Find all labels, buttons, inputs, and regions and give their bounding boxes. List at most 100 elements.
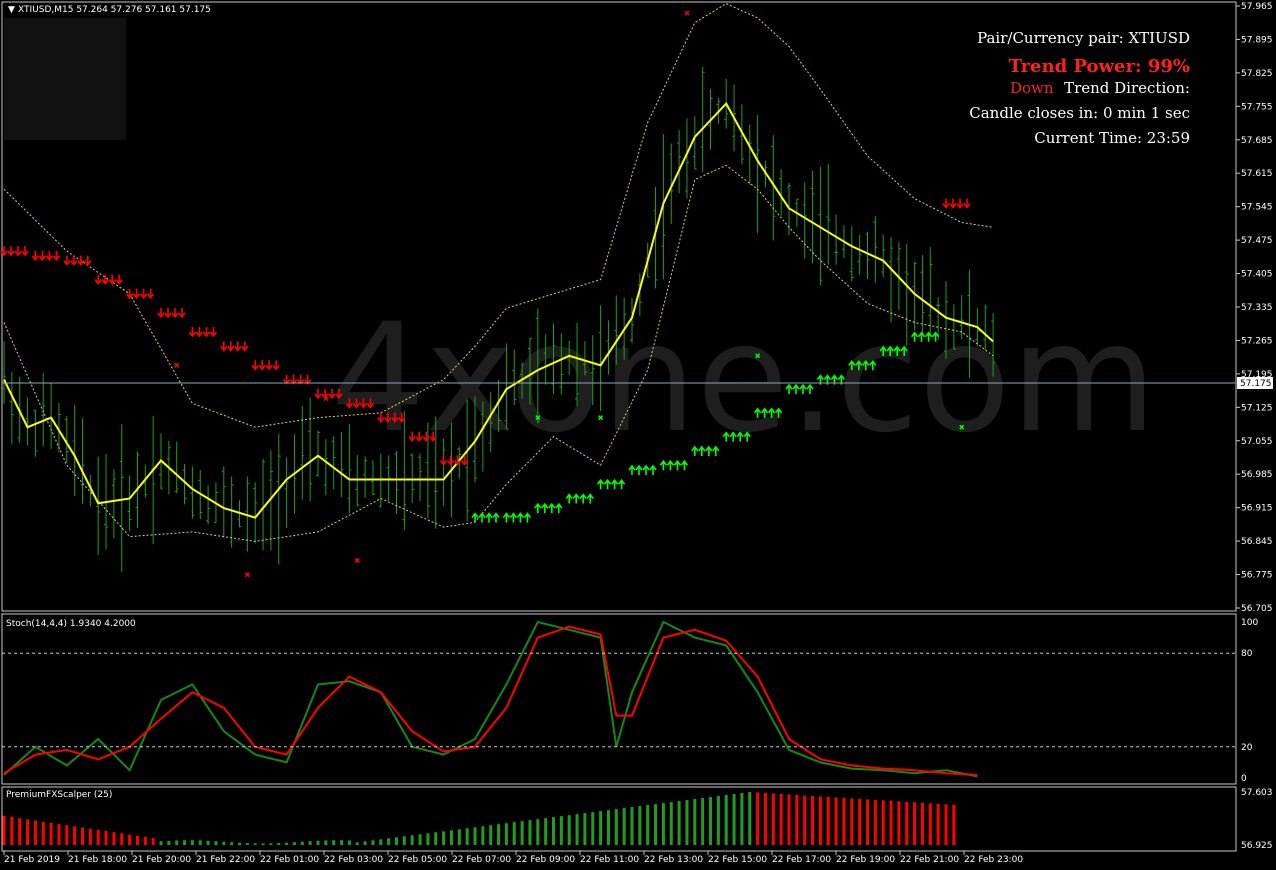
sell-arrow-icon bbox=[209, 326, 218, 338]
stoch-header: Stoch(14,4,4) 1.9340 4.2000 bbox=[6, 619, 136, 629]
info-trend-direction-label: Trend Direction: bbox=[1064, 79, 1190, 97]
current-price-value: 57.175 bbox=[1240, 379, 1272, 389]
x-tick-label: 21 Feb 22:00 bbox=[196, 855, 255, 865]
y-tick-label: 57.615 bbox=[1241, 169, 1273, 179]
info-trend-direction-value: Down bbox=[1010, 79, 1054, 97]
y-tick-label: 57.475 bbox=[1241, 236, 1273, 246]
x-axis: 21 Feb 2019 21 Feb 18:00 21 Feb 20:00 21 Fe… bbox=[3, 851, 1023, 865]
x-tick-label: 22 Feb 03:00 bbox=[324, 855, 383, 865]
scalper-bar bbox=[512, 822, 516, 845]
sell-arrow-icon bbox=[178, 307, 186, 319]
scalper-bar bbox=[410, 835, 414, 845]
sell-arrow-icon bbox=[115, 274, 123, 285]
sell-arrow-icon bbox=[949, 198, 957, 209]
buy-arrow-icon bbox=[523, 512, 532, 523]
sell-arrow-icon bbox=[84, 255, 92, 266]
scalper-bar bbox=[151, 838, 155, 845]
sell-arrow-icon bbox=[38, 250, 47, 262]
scalper-bar bbox=[190, 840, 194, 845]
y-tick-label: 56.845 bbox=[1241, 537, 1273, 547]
scalper-bar bbox=[748, 792, 752, 845]
scalper-bar bbox=[583, 813, 587, 845]
scalper-bar bbox=[112, 832, 116, 845]
scalper-bar bbox=[363, 841, 367, 845]
collapse-triangle-icon[interactable]: ▼ bbox=[8, 5, 15, 15]
x-tick-label: 22 Feb 21:00 bbox=[900, 855, 959, 865]
buy-arrow-icon bbox=[628, 464, 636, 475]
y-tick-label: 57.125 bbox=[1241, 403, 1273, 413]
scalper-bar bbox=[418, 834, 422, 845]
x-tick-label: 21 Feb 2019 bbox=[4, 855, 60, 865]
sell-arrow-icon bbox=[202, 326, 211, 338]
buy-arrow-icon bbox=[603, 478, 612, 490]
scalper-bar bbox=[881, 800, 885, 845]
scalper-bar bbox=[685, 800, 689, 845]
sell-arrow-icon bbox=[195, 326, 204, 338]
x-tick-label: 22 Feb 19:00 bbox=[836, 855, 895, 865]
scalper-bar bbox=[449, 830, 453, 845]
scalper-bar bbox=[544, 818, 548, 845]
sell-arrow-icon bbox=[31, 250, 40, 262]
scalper-bar bbox=[779, 793, 783, 845]
stoch-signal-line bbox=[3, 625, 978, 776]
scalper-bar bbox=[269, 843, 273, 845]
scalper-bar bbox=[866, 799, 869, 845]
sell-arrow-icon bbox=[146, 288, 155, 300]
sell-arrow-icon bbox=[963, 198, 971, 209]
scalper-bar bbox=[504, 823, 508, 845]
info-candle-close: Candle closes in: 0 min 1 sec bbox=[969, 104, 1190, 122]
scalper-bar bbox=[842, 797, 846, 845]
info-current-time: Current Time: 23:59 bbox=[1034, 129, 1190, 147]
buy-arrow-icon bbox=[642, 464, 650, 475]
logo-box bbox=[4, 18, 126, 140]
y-tick-label: 57.965 bbox=[1241, 2, 1273, 12]
info-pair: Pair/Currency pair: XTIUSD bbox=[977, 29, 1190, 47]
scalper-bar bbox=[701, 798, 705, 845]
scalper-bar bbox=[277, 843, 281, 845]
scalper-bars-layer bbox=[2, 792, 956, 845]
scalper-bar bbox=[536, 819, 540, 845]
sell-arrow-icon bbox=[45, 250, 54, 262]
y-tick-label: 57.755 bbox=[1241, 102, 1273, 112]
scalper-bar bbox=[693, 799, 697, 845]
scalper-bar bbox=[81, 827, 84, 845]
sell-cross-icon bbox=[354, 557, 360, 563]
sell-arrow-icon bbox=[234, 341, 242, 352]
buy-arrow-icon bbox=[617, 478, 626, 490]
scalper-bar bbox=[465, 828, 469, 845]
scalper-bar bbox=[920, 802, 924, 845]
scalper-bar bbox=[591, 812, 595, 845]
sell-arrow-icon bbox=[258, 360, 266, 371]
scalper-bar bbox=[952, 804, 956, 845]
scalper-bar bbox=[795, 794, 799, 845]
sell-arrow-icon bbox=[70, 255, 78, 266]
scalper-bar bbox=[724, 795, 728, 845]
scalper-bar bbox=[340, 840, 344, 845]
scalper-bar bbox=[771, 793, 775, 845]
y-tick-label: 57.265 bbox=[1241, 336, 1273, 346]
buy-arrow-icon bbox=[579, 493, 587, 504]
scalper-bar bbox=[567, 815, 571, 845]
sell-arrow-icon bbox=[227, 341, 235, 352]
sell-arrow-icon bbox=[157, 307, 165, 319]
scalper-bar bbox=[489, 825, 493, 845]
scalper-bar bbox=[630, 807, 634, 845]
scalper-bar bbox=[756, 792, 760, 845]
sell-arrow-icon bbox=[220, 341, 228, 352]
scalper-bar bbox=[716, 796, 720, 845]
scalper-bar bbox=[442, 831, 446, 845]
sell-arrow-icon bbox=[63, 255, 71, 266]
scalper-bar bbox=[944, 804, 948, 845]
stoch-tick-label: 0 bbox=[1241, 774, 1247, 784]
scalper-bar bbox=[889, 800, 893, 845]
sell-arrow-icon bbox=[272, 360, 280, 371]
scalper-bar bbox=[88, 828, 92, 845]
sell-arrow-icon bbox=[139, 288, 148, 300]
x-tick-label: 22 Feb 17:00 bbox=[772, 855, 831, 865]
scalper-bar bbox=[18, 818, 22, 845]
buy-arrow-icon bbox=[478, 512, 486, 523]
y-tick-label: 57.545 bbox=[1241, 203, 1273, 213]
scalper-bar bbox=[49, 822, 53, 845]
watermark: 4xone.com bbox=[330, 292, 1157, 466]
scalper-bar bbox=[324, 840, 328, 845]
